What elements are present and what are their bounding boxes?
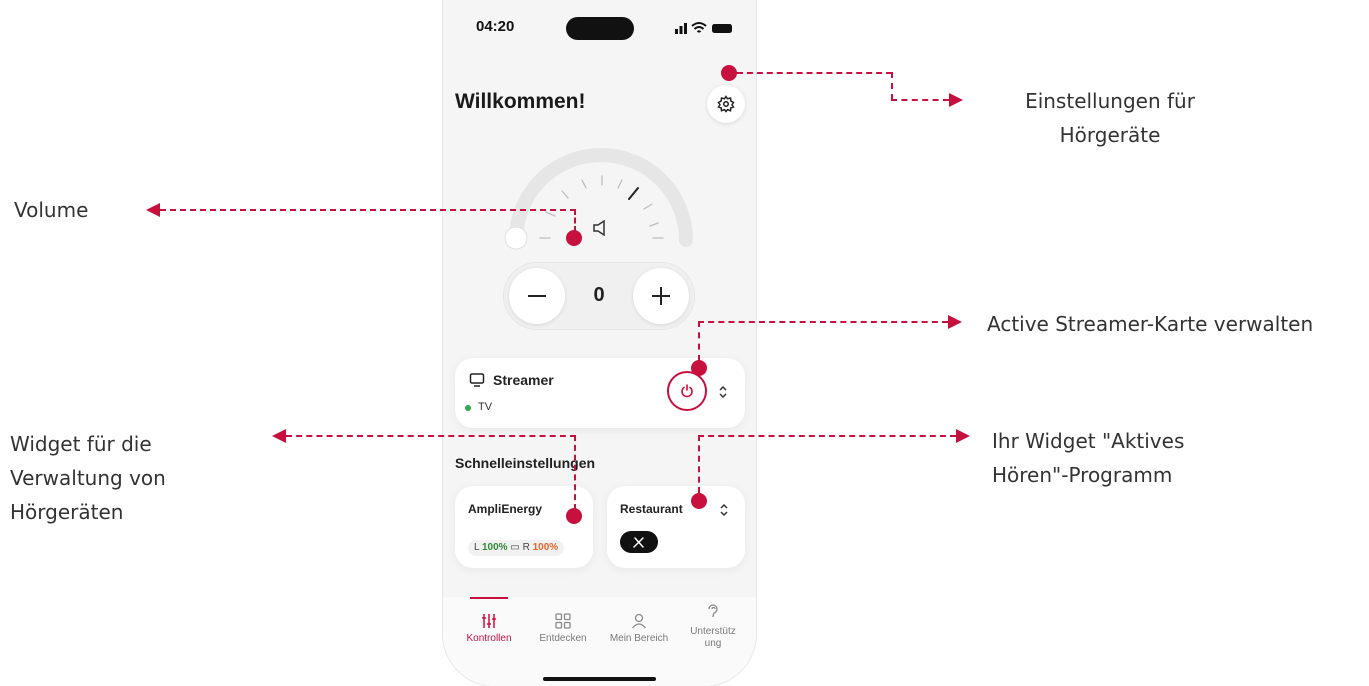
program-widget-callout-line (698, 435, 956, 437)
status-dot (465, 405, 471, 411)
battery-icon (712, 24, 732, 33)
chevron-up-down-icon[interactable] (719, 502, 729, 518)
tab-bar: Kontrollen Entdecken Mein Bereich Unters… (443, 597, 756, 686)
status-time: 04:20 (476, 18, 515, 35)
settings-button[interactable] (707, 85, 745, 123)
settings-callout-line (891, 72, 893, 100)
streamer-callout-text: Active Streamer-Karte verwalten (987, 312, 1314, 336)
streamer-title: Streamer (493, 372, 554, 388)
settings-callout-arrow (949, 93, 963, 107)
streamer-source: TV (478, 401, 493, 413)
user-icon (631, 613, 647, 629)
power-icon (681, 384, 693, 398)
volume-stepper: 0 (503, 262, 695, 330)
speaker-icon (593, 219, 605, 237)
gear-icon (717, 95, 735, 113)
device-name: AmpliEnergy (468, 502, 543, 516)
tab-unterstuetzung[interactable]: Unterstütz ung (678, 597, 748, 667)
tab-kontrollen[interactable]: Kontrollen (454, 597, 524, 667)
device-widget-callout-text: Widget für die Verwaltung von Hörgeräten (10, 432, 166, 524)
home-indicator (543, 677, 656, 681)
battery-status: L 100% ▭ R 100% (468, 540, 565, 556)
monitor-icon (469, 373, 485, 387)
volume-callout-line (160, 209, 576, 211)
tab-label: Mein Bereich (609, 633, 669, 644)
device-widget-callout-dot (566, 508, 582, 524)
dynamic-island (566, 17, 634, 40)
program-widget[interactable]: Restaurant (607, 486, 745, 568)
program-widget-callout-arrow (956, 429, 970, 443)
volume-callout-line (574, 209, 576, 232)
volume-slider-handle (504, 226, 528, 250)
settings-callout-line (737, 72, 892, 74)
plus-icon (652, 287, 670, 305)
chevron-up-down-icon[interactable] (718, 384, 728, 400)
tab-entdecken[interactable]: Entdecken (528, 597, 598, 667)
signal-icon (675, 29, 678, 34)
wifi-icon (691, 22, 707, 33)
tab-label: Entdecken (539, 633, 587, 644)
program-name: Restaurant (620, 502, 683, 516)
right-label: R (522, 542, 530, 553)
volume-increase-button[interactable] (633, 268, 689, 324)
tab-mein-bereich[interactable]: Mein Bereich (604, 597, 674, 667)
device-widget[interactable]: AmpliEnergy L 100% ▭ R 100% (455, 486, 593, 568)
ear-icon (708, 604, 718, 618)
left-label: L (474, 542, 480, 553)
device-widget-callout-line (286, 435, 576, 437)
battery-icon: ▭ (510, 542, 520, 553)
program-widget-callout-dot (691, 493, 707, 509)
streamer-power-button[interactable] (667, 371, 707, 411)
settings-callout-line (891, 99, 949, 101)
sliders-icon (482, 614, 496, 628)
status-icons (675, 22, 732, 34)
volume-callout-text: Volume (14, 198, 89, 222)
restaurant-icon (620, 531, 658, 553)
streamer-callout-arrow (948, 315, 962, 329)
device-widget-callout-line (574, 435, 576, 510)
device-widget-callout-arrow (272, 429, 286, 443)
volume-dial[interactable] (498, 148, 703, 258)
page-title: Willkommen! (455, 90, 586, 113)
left-battery: 100% (481, 542, 508, 553)
volume-callout-arrow (146, 203, 160, 217)
streamer-callout-line (698, 321, 700, 361)
tab-label: Kontrollen (466, 633, 512, 644)
streamer-callout-line (698, 321, 948, 323)
program-widget-callout-text: Ihr Widget "Aktives Hören"-Programm (992, 429, 1185, 487)
settings-callout-text: Einstellungen für Hörgeräte (1025, 89, 1195, 147)
phone-screen: 04:20 Willkommen! 0 Streamer TV Schnelle… (443, 0, 756, 686)
settings-callout-dot (721, 65, 737, 81)
right-battery: 100% (532, 542, 559, 553)
volume-callout-dot (566, 230, 582, 246)
streamer-callout-dot (691, 360, 707, 376)
program-widget-callout-line (698, 435, 700, 493)
grid-icon (555, 613, 571, 629)
tab-label: Unterstütz ung (690, 626, 736, 649)
